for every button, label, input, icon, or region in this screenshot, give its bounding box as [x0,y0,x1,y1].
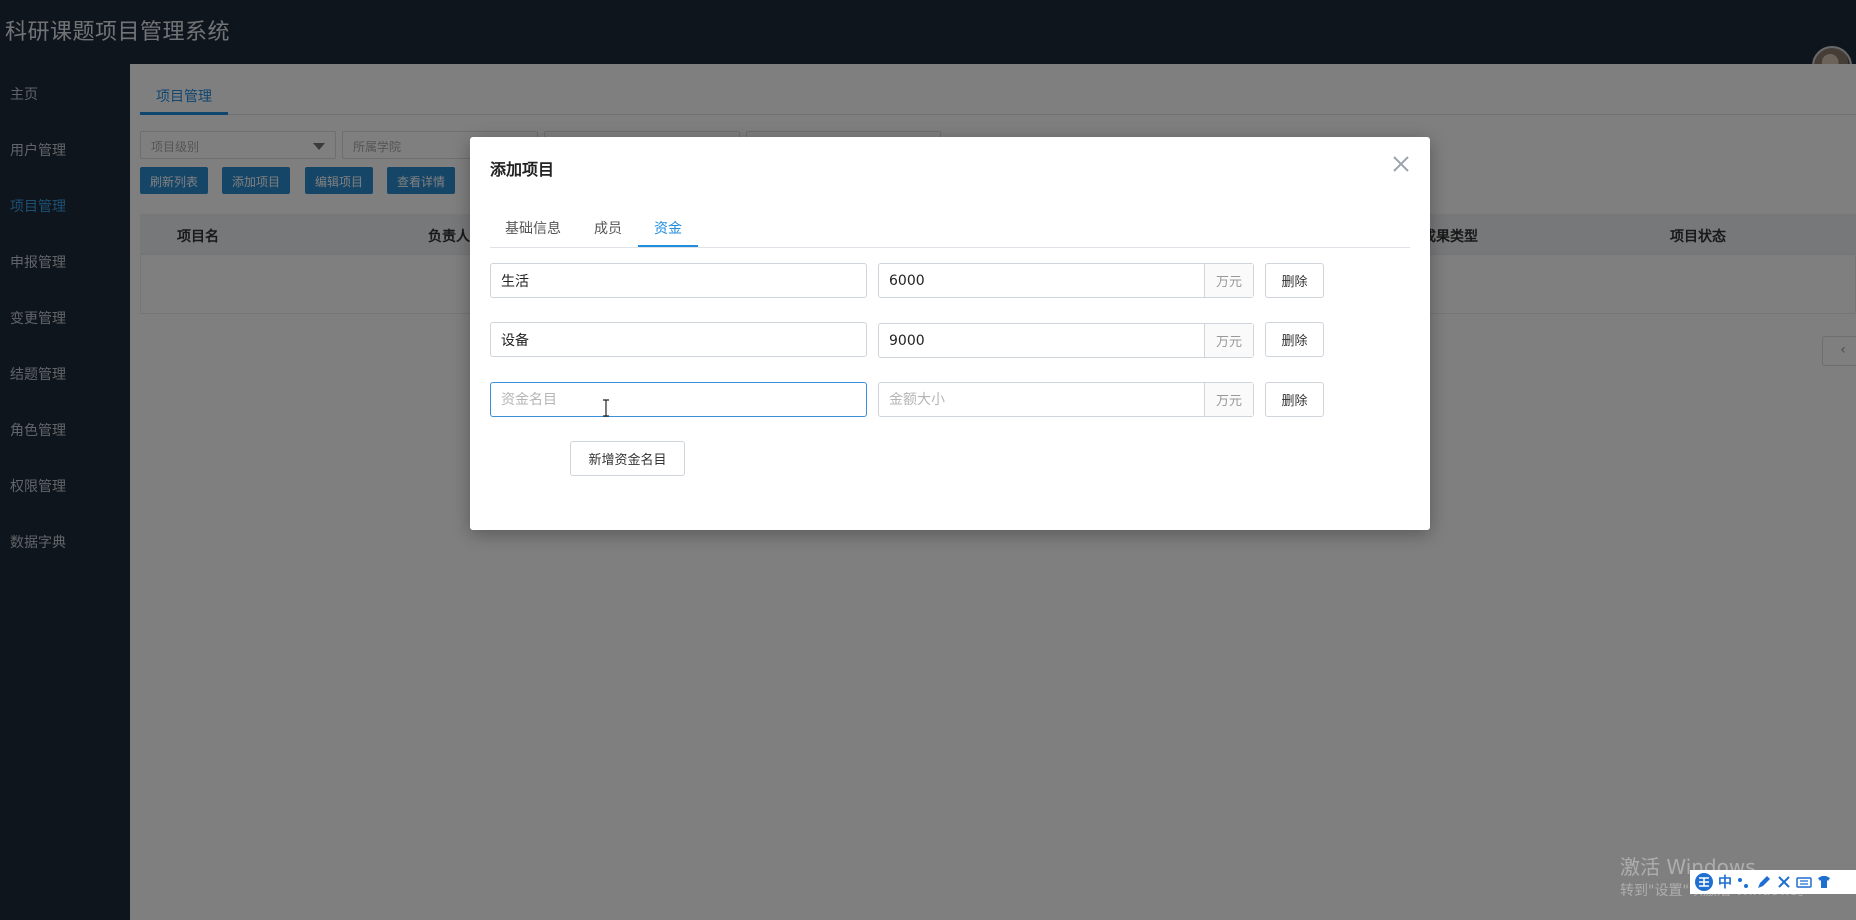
unit-label: 万元 [1204,324,1253,357]
fund-amount-input[interactable] [879,383,1204,416]
unit-label: 万元 [1204,264,1253,297]
add-project-modal: 添加项目 基础信息 成员 资金 万元 删除 万元 删除 万元 删除 新增资金名目 [470,137,1430,530]
pen-icon[interactable] [1756,874,1772,890]
keyboard-icon[interactable] [1796,874,1812,890]
delete-fund-button[interactable]: 删除 [1265,263,1324,298]
fund-amount-field: 万元 [878,323,1254,358]
scissors-icon[interactable] [1776,874,1792,890]
text-cursor-icon [603,399,609,417]
add-fund-button[interactable]: 新增资金名目 [570,441,685,476]
unit-label: 万元 [1204,383,1253,416]
modal-title: 添加项目 [490,160,555,179]
fund-amount-field: 万元 [878,382,1254,417]
chinese-mode-icon[interactable]: 中 [1718,872,1732,892]
tab-members[interactable]: 成员 [594,218,622,238]
tab-basic-info[interactable]: 基础信息 [505,218,561,238]
fund-amount-field: 万元 [878,263,1254,298]
modal-tab-divider [490,247,1410,248]
ime-toolbar[interactable]: 中 [1690,870,1856,894]
punctuation-icon[interactable] [1736,874,1752,890]
delete-fund-button[interactable]: 删除 [1265,322,1324,357]
fund-amount-input[interactable] [879,324,1204,357]
close-icon[interactable] [1391,154,1411,174]
modal-tab-active-indicator [638,245,698,247]
fund-name-input[interactable] [490,263,867,298]
fund-name-input[interactable] [490,382,867,417]
ime-logo-icon[interactable] [1694,872,1714,892]
fund-name-input[interactable] [490,322,867,357]
skin-icon[interactable] [1816,874,1832,890]
tab-funds[interactable]: 资金 [654,218,682,238]
delete-fund-button[interactable]: 删除 [1265,382,1324,417]
fund-amount-input[interactable] [879,264,1204,297]
